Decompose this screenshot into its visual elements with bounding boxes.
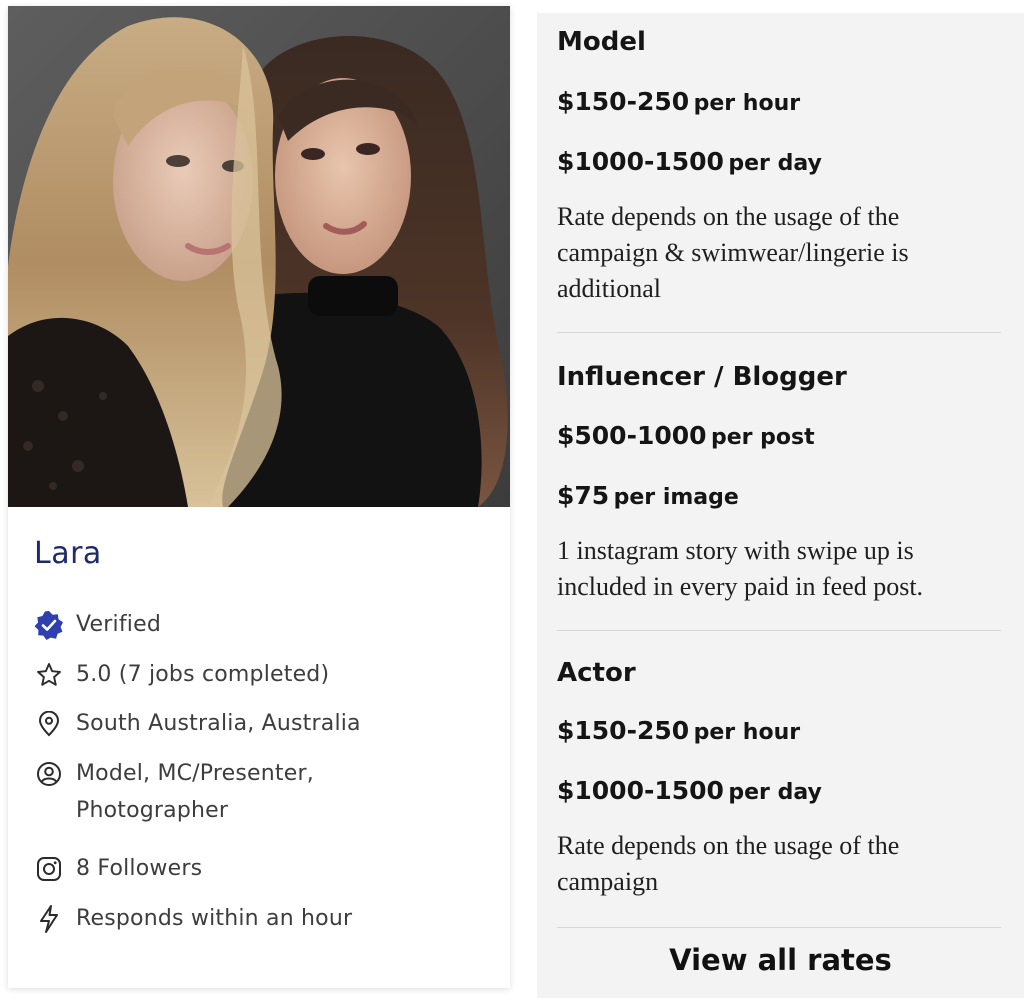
location-text: South Australia, Australia <box>76 711 361 736</box>
response-text: Responds within an hour <box>76 906 353 931</box>
price-amount: $150-250 <box>557 716 690 745</box>
price-amount: $500-1000 <box>557 421 707 450</box>
rate-price: $1000-1500 per day <box>557 145 1001 183</box>
rate-section-model: Model $150-250 per hour $1000-1500 per d… <box>557 25 1001 307</box>
price-unit: per post <box>711 425 815 450</box>
price-unit: per day <box>728 151 822 176</box>
rate-price: $1000-1500 per day <box>557 774 1001 812</box>
rate-note: 1 instagram story with swipe up is inclu… <box>557 536 924 601</box>
section-divider <box>557 332 1001 333</box>
price-unit: per hour <box>693 91 801 116</box>
skills-row: Model, MC/Presenter, Photographer <box>32 755 376 829</box>
rate-price: $150-250 per hour <box>557 714 1001 752</box>
price-unit: per hour <box>693 720 801 745</box>
lightning-icon <box>32 902 66 936</box>
price-unit: per day <box>728 780 822 805</box>
user-circle-icon <box>32 757 66 791</box>
rate-section-title: Actor <box>557 658 636 688</box>
skills-text: Model, MC/Presenter, Photographer <box>76 761 314 823</box>
section-divider <box>557 630 1001 631</box>
price-unit: per image <box>613 485 739 510</box>
profile-photo[interactable] <box>8 6 510 507</box>
rates-panel: Model $150-250 per hour $1000-1500 per d… <box>537 13 1024 998</box>
response-row: Responds within an hour <box>32 900 352 937</box>
price-amount: $75 <box>557 481 610 510</box>
profile-name[interactable]: Lara <box>34 536 102 571</box>
location-pin-icon <box>32 707 66 741</box>
rate-note: Rate depends on the usage of the campaig… <box>557 202 909 303</box>
verified-row: Verified <box>32 606 161 643</box>
rate-section-influencer: Influencer / Blogger $500-1000 per post … <box>557 360 1001 605</box>
rating-text: 5.0 (7 jobs completed) <box>76 662 330 687</box>
rate-section-title: Influencer / Blogger <box>557 362 847 392</box>
rate-price: $75 per image <box>557 479 1001 517</box>
section-divider <box>557 927 1001 928</box>
price-amount: $1000-1500 <box>557 776 724 805</box>
verified-badge-icon <box>32 608 66 642</box>
rate-section-title: Model <box>557 27 646 57</box>
price-amount: $150-250 <box>557 87 690 116</box>
rate-note: Rate depends on the usage of the campaig… <box>557 831 900 896</box>
rate-price: $500-1000 per post <box>557 419 1001 457</box>
rating-row: 5.0 (7 jobs completed) <box>32 656 329 693</box>
price-amount: $1000-1500 <box>557 147 724 176</box>
star-icon <box>32 658 66 692</box>
rate-price: $150-250 per hour <box>557 85 1001 123</box>
view-all-rates-button[interactable]: View all rates <box>537 943 1024 977</box>
followers-text: 8 Followers <box>76 856 203 881</box>
location-row: South Australia, Australia <box>32 705 361 742</box>
rate-section-actor: Actor $150-250 per hour $1000-1500 per d… <box>557 656 1001 900</box>
verified-text: Verified <box>76 612 161 637</box>
followers-row: 8 Followers <box>32 850 202 887</box>
instagram-icon <box>32 852 66 886</box>
profile-card: Lara Verified 5.0 (7 jobs completed) Sou… <box>8 6 510 988</box>
